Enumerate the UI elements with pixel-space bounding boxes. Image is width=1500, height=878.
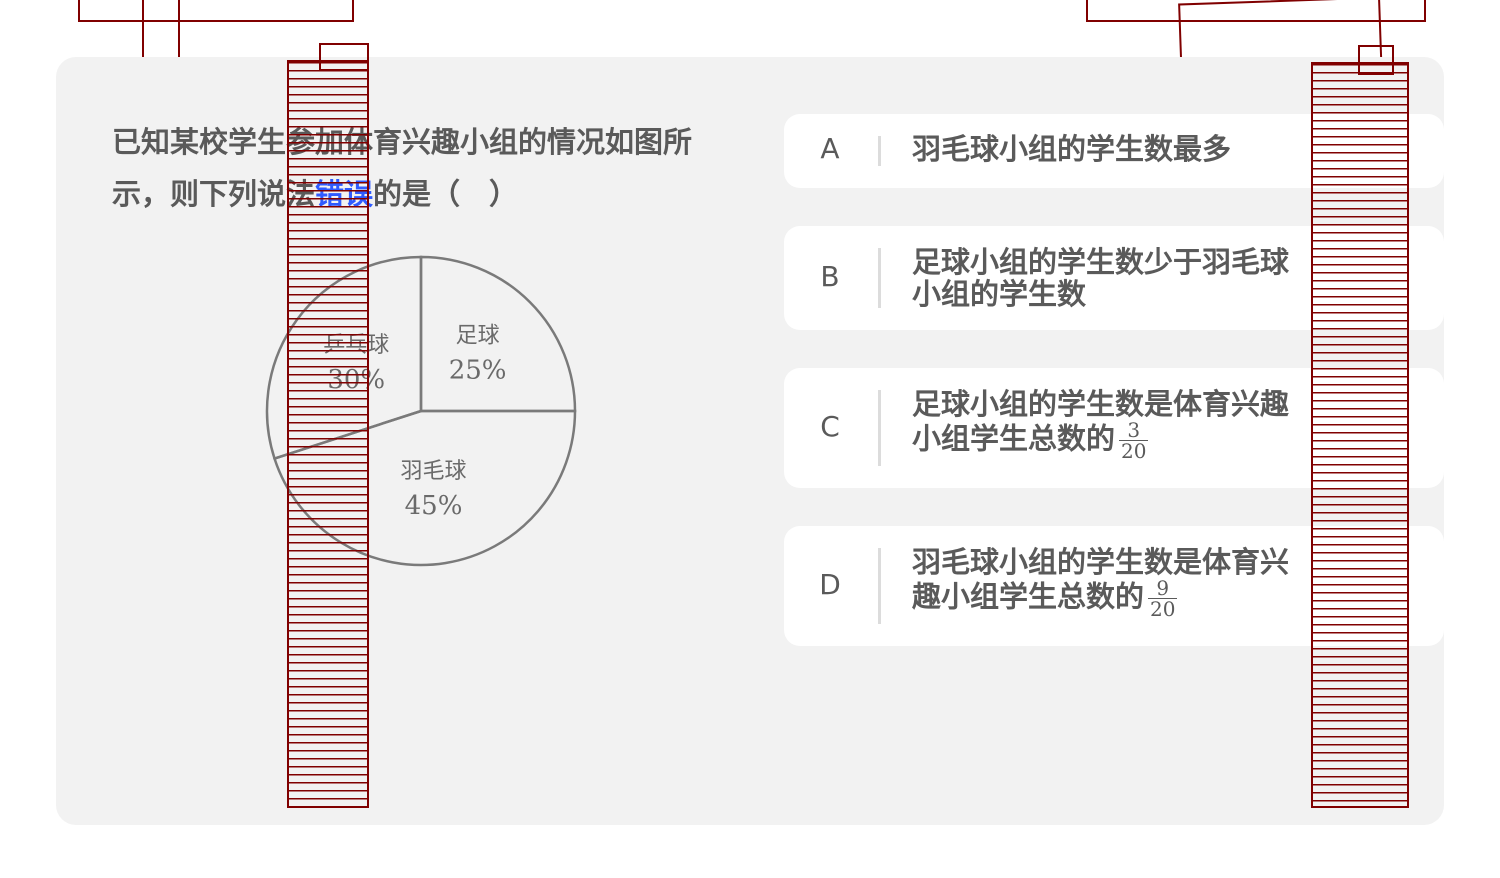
- option-text: 羽毛球小组的学生数是体育兴趣小组学生总数的 9 20: [912, 546, 1312, 619]
- option-divider: [878, 248, 881, 308]
- fraction-numerator: 3: [1119, 420, 1149, 441]
- question-text: 已知某校学生参加体育兴趣小组的情况如图所示，则下列说法错误的是（ ）: [112, 116, 732, 220]
- pie-slice-percent: 45%: [405, 491, 463, 521]
- option-divider: [878, 136, 881, 166]
- option-d-text: 羽毛球小组的学生数是体育兴趣小组学生总数的: [912, 545, 1290, 614]
- fraction: 3 20: [1119, 420, 1149, 463]
- fraction: 9 20: [1148, 578, 1178, 621]
- overlay-stack-right-cap: [1358, 45, 1394, 75]
- option-divider: [878, 390, 881, 466]
- fraction-denominator: 20: [1150, 597, 1176, 621]
- overlay-stack-right: [1311, 62, 1409, 808]
- overlay-stack-left: [287, 60, 369, 808]
- overlay-stack-left-cap: [319, 43, 369, 71]
- option-text: 羽毛球小组的学生数最多: [912, 132, 1232, 166]
- option-letter: B: [820, 260, 840, 293]
- pie-slice-label: 足球: [456, 323, 500, 348]
- option-divider: [878, 548, 881, 624]
- option-text: 足球小组的学生数是体育兴趣小组学生总数的 3 20: [912, 388, 1312, 461]
- question-text-part2: 的是（ ）: [373, 177, 519, 211]
- fraction-denominator: 20: [1121, 439, 1147, 463]
- option-c-text: 足球小组的学生数是体育兴趣小组学生总数的: [912, 387, 1290, 456]
- option-text: 足球小组的学生数少于羽毛球小组的学生数: [912, 245, 1290, 311]
- fraction-numerator: 9: [1148, 578, 1178, 599]
- pie-slice-label: 羽毛球: [401, 459, 467, 484]
- overlay-bar-left: [78, 0, 354, 22]
- option-letter: D: [819, 568, 841, 601]
- option-letter: A: [820, 132, 840, 165]
- pie-slice-percent: 25%: [449, 355, 507, 385]
- option-letter: C: [820, 410, 840, 443]
